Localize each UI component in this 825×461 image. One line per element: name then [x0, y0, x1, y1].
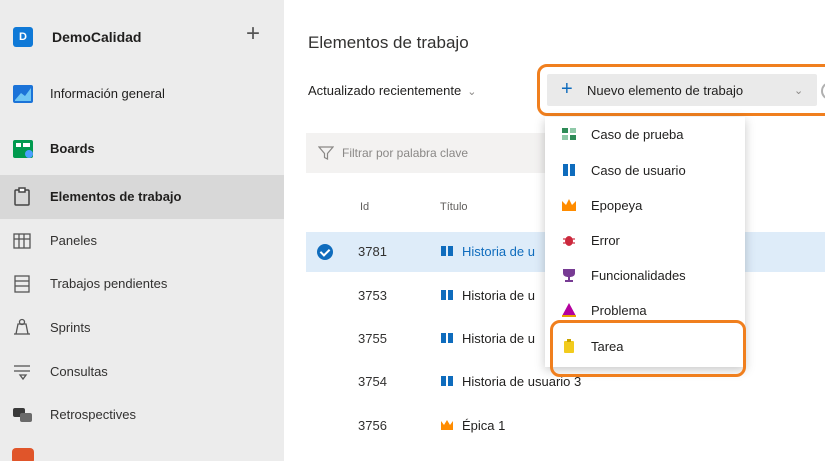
page-title: Elementos de trabajo — [308, 33, 469, 52]
user-story-icon — [441, 333, 453, 343]
menu-item-label: Caso de usuario — [591, 163, 686, 178]
work-items-icon — [14, 187, 30, 206]
table-row[interactable]: 3756 Épica 1 — [306, 406, 825, 446]
chevron-down-icon: ⌄ — [794, 85, 804, 97]
sidebar-item-retrospectives[interactable]: Retrospectives — [0, 393, 284, 437]
backlogs-icon — [14, 275, 30, 293]
sidebar-item-backlogs[interactable]: Trabajos pendientes — [0, 262, 284, 306]
sidebar-item-queries[interactable]: Consultas — [0, 350, 284, 394]
app-root: D DemoCalidad + Información general Boar… — [0, 0, 825, 461]
new-item-plus-icon[interactable]: + — [246, 22, 260, 46]
menu-item-label: Caso de prueba — [591, 127, 684, 142]
sidebar: D DemoCalidad + Información general Boar… — [0, 0, 284, 461]
column-header-title[interactable]: Título — [440, 201, 468, 213]
column-header-id[interactable]: Id — [360, 201, 369, 213]
plus-icon: + — [561, 78, 573, 100]
menu-item-feature[interactable]: Funcionalidades — [545, 258, 745, 293]
row-title-link[interactable]: Historia de u — [462, 288, 535, 303]
user-story-icon — [563, 164, 575, 176]
menu-item-epic[interactable]: Epopeya — [545, 188, 745, 223]
menu-item-label: Problema — [591, 303, 647, 318]
selected-check-icon[interactable] — [317, 244, 333, 260]
sidebar-item-panels[interactable]: Paneles — [0, 219, 284, 263]
row-id: 3781 — [358, 244, 387, 259]
sidebar-item-label: Información general — [50, 86, 165, 101]
user-story-icon — [441, 290, 453, 300]
queries-icon — [14, 365, 30, 381]
menu-item-label: Epopeya — [591, 198, 643, 213]
sidebar-item-label: Consultas — [50, 364, 108, 379]
menu-item-user-story[interactable]: Caso de usuario — [545, 153, 745, 188]
menu-item-label: Error — [591, 233, 620, 248]
view-selector[interactable]: Actualizado recientemente ⌄ — [308, 83, 476, 98]
boards-icon — [13, 140, 33, 158]
row-title-link[interactable]: Historia de u — [462, 331, 535, 346]
sidebar-item-overview[interactable]: Información general — [0, 72, 284, 116]
menu-item-bug[interactable]: Error — [545, 223, 745, 258]
row-title-link[interactable]: Épica 1 — [462, 418, 505, 433]
sidebar-item-sprints[interactable]: Sprints — [0, 306, 284, 350]
sidebar-item-work-items[interactable]: Elementos de trabajo — [0, 175, 284, 219]
sidebar-item-label: Boards — [50, 141, 95, 156]
panels-icon — [13, 233, 31, 249]
sidebar-item-label: Elementos de trabajo — [50, 189, 182, 204]
user-story-icon — [441, 246, 453, 256]
sidebar-item-label: Sprints — [50, 320, 91, 335]
retrospectives-icon — [13, 408, 32, 422]
row-id: 3755 — [358, 331, 387, 346]
filter-icon — [318, 146, 334, 160]
sidebar-item-label: Trabajos pendientes — [50, 276, 168, 291]
epic-icon — [562, 199, 576, 211]
row-id: 3753 — [358, 288, 387, 303]
highlight-frame — [550, 320, 746, 377]
new-work-item-label: Nuevo elemento de trabajo — [587, 83, 744, 98]
sidebar-item-label: Retrospectives — [50, 407, 136, 422]
overview-icon — [13, 85, 33, 103]
row-id: 3756 — [358, 418, 387, 433]
menu-item-label: Funcionalidades — [591, 268, 686, 283]
filter-input[interactable]: Filtrar por palabra clave — [342, 146, 468, 160]
project-header[interactable]: D DemoCalidad + — [0, 10, 284, 60]
row-id: 3754 — [358, 374, 387, 389]
test-case-icon — [562, 128, 576, 140]
project-avatar: D — [13, 27, 33, 47]
bug-icon — [563, 236, 575, 246]
view-selector-label: Actualizado recientemente — [308, 83, 462, 98]
epic-icon — [441, 420, 453, 430]
issue-icon — [562, 303, 576, 317]
feature-icon — [563, 269, 575, 282]
sidebar-item-boards[interactable]: Boards — [0, 127, 284, 171]
new-work-item-button[interactable]: + Nuevo elemento de trabajo ⌄ — [547, 74, 817, 106]
menu-item-test-case[interactable]: Caso de prueba — [545, 117, 745, 152]
project-name[interactable]: DemoCalidad — [52, 29, 141, 45]
sprints-icon — [14, 318, 30, 335]
filter-bar[interactable]: Filtrar por palabra clave — [306, 133, 556, 173]
next-section-icon[interactable] — [12, 448, 34, 461]
row-title-link[interactable]: Historia de u — [462, 244, 535, 259]
user-story-icon — [441, 376, 453, 386]
chevron-down-icon: ⌄ — [467, 86, 477, 98]
sidebar-item-label: Paneles — [50, 233, 97, 248]
